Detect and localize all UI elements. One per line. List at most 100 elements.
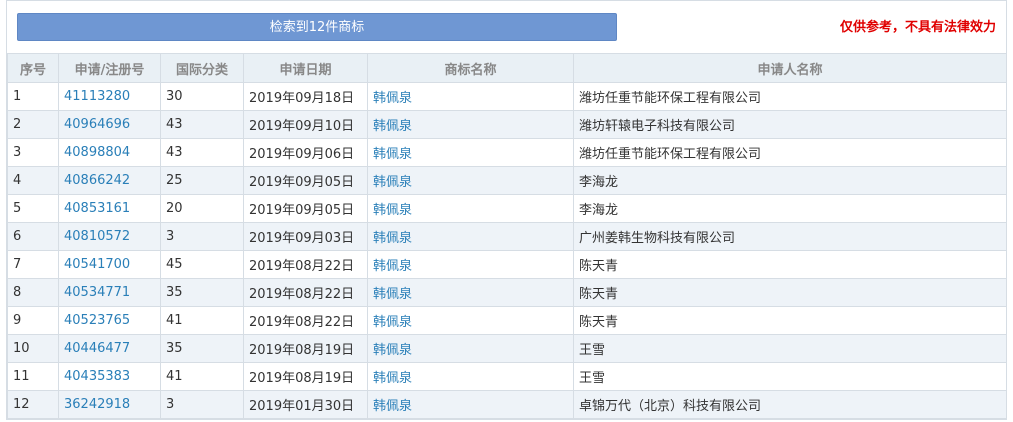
legal-disclaimer: 仅供参考，不具有法律效力: [839, 20, 996, 35]
cell-reg-no-link[interactable]: 36242918: [58, 390, 161, 419]
cell-reg-no-link[interactable]: 40523765: [58, 306, 161, 335]
cell-class: 43: [160, 138, 244, 167]
cell-mark-link[interactable]: 韩佩泉: [367, 306, 574, 335]
cell-reg-no-link[interactable]: 40534771: [58, 278, 161, 307]
column-header-reg-no: 申请/注册号: [58, 53, 161, 83]
cell-date: 2019年09月18日: [243, 82, 368, 111]
table-row: 4 40866242 25 2019年09月05日 韩佩泉 李海龙: [7, 166, 1007, 195]
reg-no-link[interactable]: 40541700: [64, 257, 130, 272]
cell-reg-no-link[interactable]: 40446477: [58, 334, 161, 363]
cell-mark-link[interactable]: 韩佩泉: [367, 362, 574, 391]
reg-no-link[interactable]: 40853161: [64, 201, 130, 216]
reg-no-link[interactable]: 40898804: [64, 145, 130, 160]
mark-link[interactable]: 韩佩泉: [373, 91, 412, 106]
cell-index: 11: [7, 362, 59, 391]
cell-date: 2019年09月10日: [243, 110, 368, 139]
cell-class: 35: [160, 278, 244, 307]
table-row: 7 40541700 45 2019年08月22日 韩佩泉 陈天青: [7, 250, 1007, 279]
cell-class: 30: [160, 82, 244, 111]
mark-link[interactable]: 韩佩泉: [373, 315, 412, 330]
cell-reg-no-link[interactable]: 41113280: [58, 82, 161, 111]
cell-mark-link[interactable]: 韩佩泉: [367, 138, 574, 167]
table-row: 2 40964696 43 2019年09月10日 韩佩泉 潍坊轩辕电子科技有限…: [7, 110, 1007, 139]
cell-mark-link[interactable]: 韩佩泉: [367, 334, 574, 363]
cell-mark-link[interactable]: 韩佩泉: [367, 278, 574, 307]
table-row: 5 40853161 20 2019年09月05日 韩佩泉 李海龙: [7, 194, 1007, 223]
cell-class: 20: [160, 194, 244, 223]
trademark-table: 序号 申请/注册号 国际分类 申请日期 商标名称 申请人名称 1 4111328…: [7, 53, 1007, 419]
cell-class: 25: [160, 166, 244, 195]
mark-link[interactable]: 韩佩泉: [373, 203, 412, 218]
cell-mark-link[interactable]: 韩佩泉: [367, 82, 574, 111]
mark-link[interactable]: 韩佩泉: [373, 231, 412, 246]
cell-mark-link[interactable]: 韩佩泉: [367, 110, 574, 139]
table-row: 3 40898804 43 2019年09月06日 韩佩泉 潍坊任重节能环保工程…: [7, 138, 1007, 167]
mark-link[interactable]: 韩佩泉: [373, 119, 412, 134]
cell-class: 41: [160, 362, 244, 391]
cell-date: 2019年08月22日: [243, 278, 368, 307]
reg-no-link[interactable]: 40523765: [64, 313, 130, 328]
mark-link[interactable]: 韩佩泉: [373, 147, 412, 162]
cell-reg-no-link[interactable]: 40898804: [58, 138, 161, 167]
mark-link[interactable]: 韩佩泉: [373, 371, 412, 386]
reg-no-link[interactable]: 40810572: [64, 229, 130, 244]
table-header-row: 序号 申请/注册号 国际分类 申请日期 商标名称 申请人名称: [7, 53, 1007, 83]
mark-link[interactable]: 韩佩泉: [373, 343, 412, 358]
reg-no-link[interactable]: 40446477: [64, 341, 130, 356]
cell-reg-no-link[interactable]: 40964696: [58, 110, 161, 139]
cell-applicant: 陈天青: [573, 306, 1007, 335]
cell-mark-link[interactable]: 韩佩泉: [367, 166, 574, 195]
cell-applicant: 卓锦万代（北京）科技有限公司: [573, 390, 1007, 419]
cell-applicant: 王雪: [573, 362, 1007, 391]
cell-mark-link[interactable]: 韩佩泉: [367, 250, 574, 279]
cell-date: 2019年08月22日: [243, 250, 368, 279]
cell-applicant: 李海龙: [573, 166, 1007, 195]
reg-no-link[interactable]: 40534771: [64, 285, 130, 300]
column-header-date: 申请日期: [243, 53, 368, 83]
cell-mark-link[interactable]: 韩佩泉: [367, 390, 574, 419]
cell-mark-link[interactable]: 韩佩泉: [367, 194, 574, 223]
cell-date: 2019年09月05日: [243, 194, 368, 223]
mark-link[interactable]: 韩佩泉: [373, 287, 412, 302]
cell-index: 3: [7, 138, 59, 167]
reg-no-link[interactable]: 36242918: [64, 397, 130, 412]
reg-no-link[interactable]: 40435383: [64, 369, 130, 384]
column-header-mark: 商标名称: [367, 53, 574, 83]
cell-applicant: 潍坊任重节能环保工程有限公司: [573, 138, 1007, 167]
mark-link[interactable]: 韩佩泉: [373, 399, 412, 414]
cell-reg-no-link[interactable]: 40541700: [58, 250, 161, 279]
cell-reg-no-link[interactable]: 40435383: [58, 362, 161, 391]
table-row: 12 36242918 3 2019年01月30日 韩佩泉 卓锦万代（北京）科技…: [7, 390, 1007, 419]
cell-index: 12: [7, 390, 59, 419]
cell-date: 2019年08月19日: [243, 362, 368, 391]
cell-applicant: 广州姜韩生物科技有限公司: [573, 222, 1007, 251]
mark-link[interactable]: 韩佩泉: [373, 259, 412, 274]
cell-index: 1: [7, 82, 59, 111]
reg-no-link[interactable]: 40866242: [64, 173, 130, 188]
cell-applicant: 李海龙: [573, 194, 1007, 223]
cell-date: 2019年01月30日: [243, 390, 368, 419]
cell-date: 2019年09月06日: [243, 138, 368, 167]
result-count-button[interactable]: 检索到12件商标: [17, 13, 617, 41]
mark-link[interactable]: 韩佩泉: [373, 175, 412, 190]
table-row: 10 40446477 35 2019年08月19日 韩佩泉 王雪: [7, 334, 1007, 363]
cell-class: 3: [160, 390, 244, 419]
cell-applicant: 陈天青: [573, 250, 1007, 279]
cell-index: 7: [7, 250, 59, 279]
cell-date: 2019年09月03日: [243, 222, 368, 251]
cell-index: 10: [7, 334, 59, 363]
cell-reg-no-link[interactable]: 40866242: [58, 166, 161, 195]
cell-applicant: 王雪: [573, 334, 1007, 363]
cell-index: 2: [7, 110, 59, 139]
reg-no-link[interactable]: 40964696: [64, 117, 130, 132]
cell-reg-no-link[interactable]: 40810572: [58, 222, 161, 251]
cell-date: 2019年08月19日: [243, 334, 368, 363]
cell-index: 5: [7, 194, 59, 223]
reg-no-link[interactable]: 41113280: [64, 89, 130, 104]
cell-index: 9: [7, 306, 59, 335]
cell-applicant: 陈天青: [573, 278, 1007, 307]
column-header-class: 国际分类: [160, 53, 244, 83]
cell-mark-link[interactable]: 韩佩泉: [367, 222, 574, 251]
cell-reg-no-link[interactable]: 40853161: [58, 194, 161, 223]
cell-date: 2019年09月05日: [243, 166, 368, 195]
